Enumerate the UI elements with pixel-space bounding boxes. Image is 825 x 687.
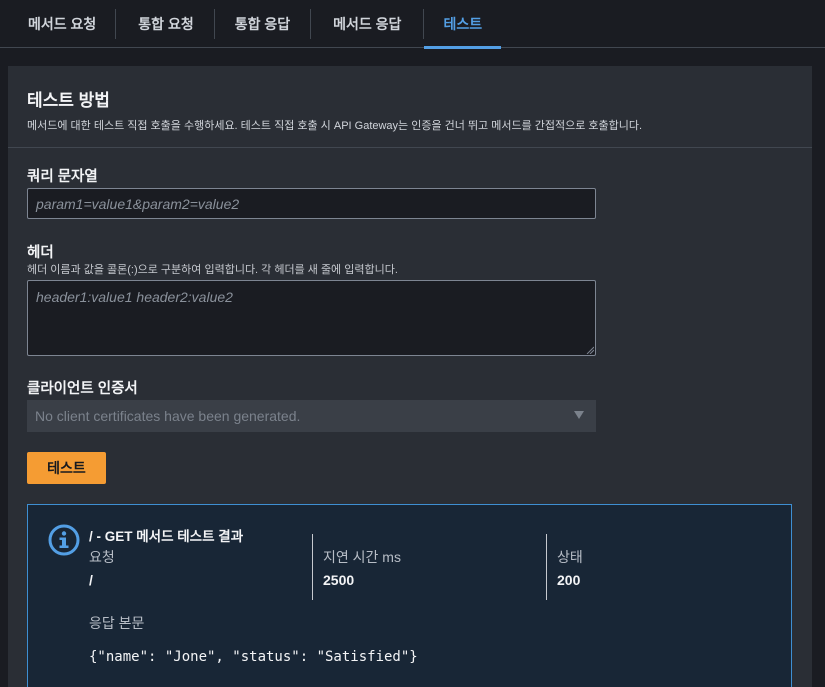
tab-label: 메서드 요청 [28,16,97,32]
info-icon [48,524,80,556]
latency-label: 지연 시간 ms [323,549,401,565]
test-result-alert: / - GET 메서드 테스트 결과 요청 / 지연 시간 ms 2500 상태… [27,504,792,687]
query-string-placeholder: param1=value1&param2=value2 [36,195,240,212]
tab-label: 통합 요청 [138,16,194,32]
response-body-label: 응답 본문 [89,615,145,631]
response-body-value: {"name": "Jone", "status": "Satisfied"} [89,649,418,665]
headers-label: 헤더 [27,245,54,261]
tab-method-request[interactable]: 메서드 요청 [28,0,96,48]
request-label: 요청 [89,549,115,565]
tab-label: 메서드 응답 [333,16,402,32]
panel-title: 테스트 방법 [27,91,110,110]
tab-integration-request[interactable]: 통합 요청 [138,0,193,48]
client-certificate-placeholder: No client certificates have been generat… [35,408,301,424]
client-certificate-select[interactable]: No client certificates have been generat… [27,400,596,432]
tab-divider [213,8,215,39]
test-button[interactable]: 테스트 [27,452,106,484]
status-value: 200 [557,572,581,588]
resize-handle-icon[interactable] [586,346,594,354]
request-value: / [89,572,93,588]
headers-textarea[interactable]: header1:value1 header2:value2 [27,280,596,356]
column-divider [312,534,313,600]
result-title: / - GET 메서드 테스트 결과 [89,529,244,544]
tab-method-response[interactable]: 메서드 응답 [333,0,401,48]
caret-down-icon [574,411,584,419]
headers-placeholder: header1:value1 header2:value2 [36,289,233,305]
headers-help-text: 헤더 이름과 값을 콜론(:)으로 구분하여 입력합니다. 각 헤더를 새 줄에… [27,264,398,276]
client-certificate-label: 클라이언트 인증서 [27,381,138,397]
tab-test[interactable]: 테스트 [424,0,501,49]
query-string-input[interactable]: param1=value1&param2=value2 [27,188,596,219]
latency-value: 2500 [323,572,355,588]
panel-header: 테스트 방법 메서드에 대한 테스트 직접 호출을 수행하세요. 테스트 직접 … [8,66,812,148]
tab-divider [115,8,117,39]
panel-description: 메서드에 대한 테스트 직접 호출을 수행하세요. 테스트 직접 호출 시 AP… [27,120,643,132]
tab-integration-response[interactable]: 통합 응답 [235,0,290,48]
query-string-label: 쿼리 문자열 [27,169,98,185]
tab-divider [310,8,312,39]
tab-label: 통합 응답 [234,16,291,32]
test-button-label: 테스트 [47,460,86,476]
tab-label: 테스트 [443,16,483,32]
tab-bar: 메서드 요청 통합 요청 통합 응답 메서드 응답 테스트 [0,0,825,49]
status-label: 상태 [557,549,583,565]
column-divider [546,534,547,600]
